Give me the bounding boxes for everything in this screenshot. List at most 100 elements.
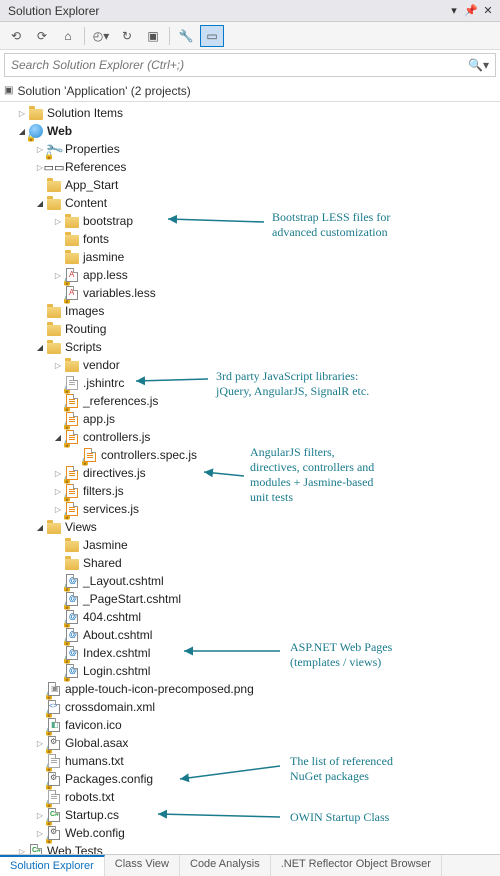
tree-item[interactable]: 🔒_PageStart.cshtml: [0, 590, 500, 608]
search-icon[interactable]: 🔍▾: [468, 58, 489, 72]
tree-item-label: _PageStart.cshtml: [83, 592, 181, 606]
refresh-button[interactable]: ↻: [115, 25, 139, 47]
bottom-tab[interactable]: .NET Reflector Object Browser: [271, 855, 442, 876]
tree-item[interactable]: 🔒apple-touch-icon-precomposed.png: [0, 680, 500, 698]
tree-item-label: About.cshtml: [83, 628, 152, 642]
tree-item-label: Content: [65, 196, 107, 210]
solution-label: Solution 'Application' (2 projects): [17, 84, 190, 98]
tree-item-label: Packages.config: [65, 772, 153, 786]
tree-item-label: controllers.js: [83, 430, 150, 444]
expander-icon: [34, 179, 46, 191]
tree-item[interactable]: 🔒Login.cshtml: [0, 662, 500, 680]
search-box[interactable]: 🔍▾: [4, 53, 496, 77]
tree-item[interactable]: 🔒humans.txt: [0, 752, 500, 770]
tree-item[interactable]: 🔒robots.txt: [0, 788, 500, 806]
tree-item[interactable]: 🔒directives.js: [0, 464, 500, 482]
js-file-icon: [64, 393, 80, 409]
tree-item[interactable]: vendor: [0, 356, 500, 374]
tree-item[interactable]: Shared: [0, 554, 500, 572]
expander-icon[interactable]: [52, 359, 64, 371]
tree-item[interactable]: 🔒app.js: [0, 410, 500, 428]
tree-item-label: app.js: [83, 412, 115, 426]
tree-item[interactable]: 🔒crossdomain.xml: [0, 698, 500, 716]
forward-button[interactable]: ⟳: [30, 25, 54, 47]
tree-item[interactable]: Solution Items: [0, 104, 500, 122]
folder-icon: [64, 555, 80, 571]
expander-icon[interactable]: [34, 197, 46, 209]
tree-item-label: 404.cshtml: [83, 610, 141, 624]
panel-title: Solution Explorer: [8, 4, 99, 18]
bottom-tab[interactable]: Code Analysis: [180, 855, 271, 876]
show-all-files-button[interactable]: ▭: [200, 25, 224, 47]
tree-item[interactable]: jasmine: [0, 248, 500, 266]
back-button[interactable]: ⟲: [4, 25, 28, 47]
dropdown-icon[interactable]: ▾: [446, 3, 462, 19]
folder-icon: [64, 249, 80, 265]
tree-item-label: humans.txt: [65, 754, 124, 768]
tree-item-label: Shared: [83, 556, 122, 570]
tree-item-label: directives.js: [83, 466, 146, 480]
expander-icon[interactable]: [34, 341, 46, 353]
tree-item[interactable]: 🔒controllers.spec.js: [0, 446, 500, 464]
tree-item[interactable]: Routing: [0, 320, 500, 338]
tree-item[interactable]: 🔒Global.asax: [0, 734, 500, 752]
tree-item[interactable]: 🔒.jshintrc: [0, 374, 500, 392]
tree-item-label: services.js: [83, 502, 139, 516]
tree-item[interactable]: fonts: [0, 230, 500, 248]
tree-item[interactable]: 🔒Web: [0, 122, 500, 140]
tree-item-label: .jshintrc: [83, 376, 124, 390]
tree-item[interactable]: Views: [0, 518, 500, 536]
tree-item[interactable]: App_Start: [0, 176, 500, 194]
expander-icon[interactable]: [52, 215, 64, 227]
tree-item[interactable]: 🔒Startup.cs: [0, 806, 500, 824]
tree-item[interactable]: 🔒_Layout.cshtml: [0, 572, 500, 590]
tree-item[interactable]: 🔒filters.js: [0, 482, 500, 500]
sync-button[interactable]: ◴▾: [89, 25, 113, 47]
tree-item-label: Images: [65, 304, 104, 318]
tree-item[interactable]: 🔒services.js: [0, 500, 500, 518]
collapse-all-button[interactable]: ▣: [141, 25, 165, 47]
expander-icon: [34, 305, 46, 317]
tree-item[interactable]: Jasmine: [0, 536, 500, 554]
expander-icon[interactable]: [16, 107, 28, 119]
solution-header[interactable]: ▣ Solution 'Application' (2 projects): [0, 80, 500, 102]
tree-item-label: filters.js: [83, 484, 124, 498]
tree-item[interactable]: 🔒🔧Properties: [0, 140, 500, 158]
tree-item-label: app.less: [83, 268, 128, 282]
png-file-icon: [46, 681, 62, 697]
tree-item[interactable]: 🔒Packages.config: [0, 770, 500, 788]
pin-icon[interactable]: 📌: [463, 3, 479, 19]
less-file-icon: [64, 267, 80, 283]
bottom-tab[interactable]: Class View: [105, 855, 180, 876]
tree-item[interactable]: ▭▭References: [0, 158, 500, 176]
js-file-icon: [64, 465, 80, 481]
bottom-tab[interactable]: Solution Explorer: [0, 855, 105, 876]
cshtml-file-icon: [64, 573, 80, 589]
cshtml-file-icon: [64, 591, 80, 607]
tree-item-label: fonts: [83, 232, 109, 246]
tree-item[interactable]: bootstrap: [0, 212, 500, 230]
tree-item-label: Scripts: [65, 340, 102, 354]
tree-item-label: Web: [47, 124, 72, 138]
tree-item[interactable]: Images: [0, 302, 500, 320]
solution-tree: Solution Items🔒Web🔒🔧Properties▭▭Referenc…: [0, 102, 500, 864]
expander-icon[interactable]: [34, 521, 46, 533]
tree-item[interactable]: 🔒Index.cshtml: [0, 644, 500, 662]
tree-item[interactable]: 🔒app.less: [0, 266, 500, 284]
cfg-file-icon: [46, 735, 62, 751]
search-input[interactable]: [11, 58, 468, 72]
tree-item[interactable]: 🔒Web.config: [0, 824, 500, 842]
close-icon[interactable]: ✕: [480, 3, 496, 19]
home-button[interactable]: ⌂: [56, 25, 80, 47]
tree-item[interactable]: 🔒_references.js: [0, 392, 500, 410]
properties-button[interactable]: 🔧: [174, 25, 198, 47]
folder-icon: [64, 213, 80, 229]
tree-item[interactable]: 🔒variables.less: [0, 284, 500, 302]
wrench-icon: 🔧: [46, 141, 62, 157]
tree-item[interactable]: 🔒controllers.js: [0, 428, 500, 446]
tree-item[interactable]: Content: [0, 194, 500, 212]
tree-item[interactable]: 🔒About.cshtml: [0, 626, 500, 644]
tree-item[interactable]: Scripts: [0, 338, 500, 356]
tree-item[interactable]: 🔒favicon.ico: [0, 716, 500, 734]
tree-item[interactable]: 🔒404.cshtml: [0, 608, 500, 626]
